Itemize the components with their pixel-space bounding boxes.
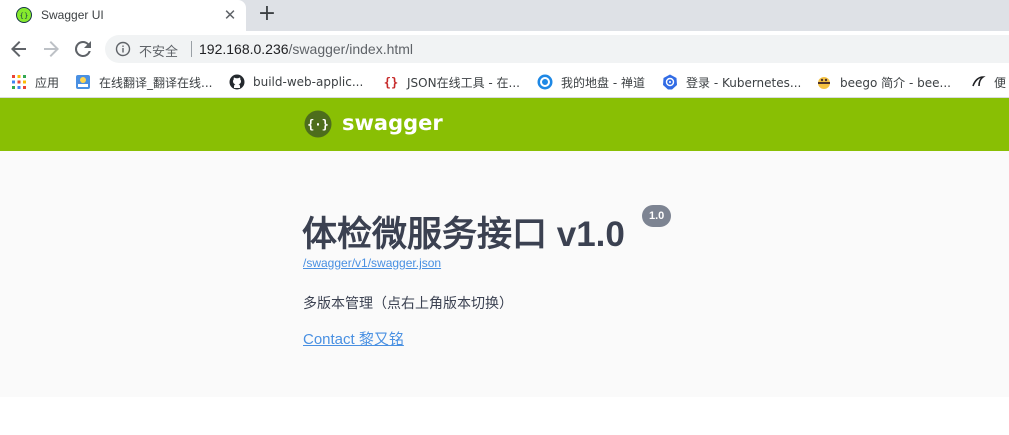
divider [191,41,192,57]
apps-grid-icon [12,75,26,89]
bookmark-beego[interactable]: beego 简介 - bee... [816,72,951,92]
page-title: 体检微服务接口 v1.0 [302,215,625,254]
bookmark-json[interactable]: {} JSON在线工具 - 在... [383,72,520,92]
bookmark-label: 我的地盘 - 禅道 [561,75,645,90]
spec-url-link[interactable]: /swagger/v1/swagger.json [303,256,441,270]
github-icon [229,74,245,90]
translate-icon [76,75,90,89]
bookmarks-bar: 应用 在线翻译_翻译在线... build-web-applic... {} J… [0,66,1009,98]
beego-icon [818,77,830,89]
bookmark-icon [972,76,986,87]
url-host: 192.168.0.236 [199,41,289,57]
back-button[interactable] [7,37,31,61]
json-icon: {} [384,76,398,90]
swagger-topbar: {·} swagger [0,98,1009,151]
zentao-icon [537,74,553,90]
svg-text:{}: {} [384,76,398,90]
back-arrow-icon [11,41,26,57]
bookmark-apps[interactable]: 应用 [11,72,59,92]
bookmark-label: 登录 - Kubernetes... [686,75,802,90]
swagger-logo-icon[interactable]: {·} [304,110,332,138]
bookmark-zentao[interactable]: 我的地盘 - 禅道 [537,72,645,92]
address-bar[interactable]: 不安全 192.168.0.236/swagger/index.html [105,35,1009,63]
bookmark-more[interactable]: 便 [970,72,1006,92]
tab-strip: {} Swagger UI ✕ + [0,0,1009,31]
reload-icon [74,40,91,57]
browser-tab[interactable]: {} Swagger UI ✕ [0,0,246,31]
bookmark-kubernetes[interactable]: 登录 - Kubernetes... [662,72,801,92]
api-info: 体检微服务接口 v1.0 1.0 /swagger/v1/swagger.jso… [0,151,1009,397]
version-badge: 1.0 [642,205,672,227]
svg-text:{·}: {·} [307,118,329,132]
new-tab-button[interactable]: + [257,3,277,25]
url-path: /swagger/index.html [288,41,414,57]
svg-text:{}: {} [20,12,29,20]
bookmark-label: 在线翻译_翻译在线... [99,75,213,90]
contact-link[interactable]: Contact 黎又铭 [303,328,404,349]
forward-button[interactable] [39,37,63,61]
swagger-icon: {} [16,7,32,23]
close-tab-icon[interactable]: ✕ [222,7,238,23]
bookmark-translate[interactable]: 在线翻译_翻译在线... [75,72,212,92]
info-icon[interactable] [115,41,131,57]
api-description: 多版本管理（点右上角版本切换） [303,296,513,312]
bookmark-label: beego 简介 - bee... [840,75,951,90]
swagger-brand[interactable]: swagger [342,111,443,135]
kubernetes-icon [663,74,677,90]
bookmark-label: 便 [994,75,1007,90]
reload-button[interactable] [71,37,95,61]
bookmark-github[interactable]: build-web-applic... [229,72,363,92]
bookmark-label: build-web-applic... [253,75,364,89]
browser-toolbar: 不安全 192.168.0.236/swagger/index.html [0,31,1009,66]
bookmark-label: JSON在线工具 - 在... [407,75,520,90]
security-status[interactable]: 不安全 [139,41,178,60]
forward-arrow-icon [44,41,59,57]
url-text[interactable]: 192.168.0.236/swagger/index.html [199,41,413,57]
tab-title: Swagger UI [41,8,104,22]
bookmark-label: 应用 [35,75,60,90]
